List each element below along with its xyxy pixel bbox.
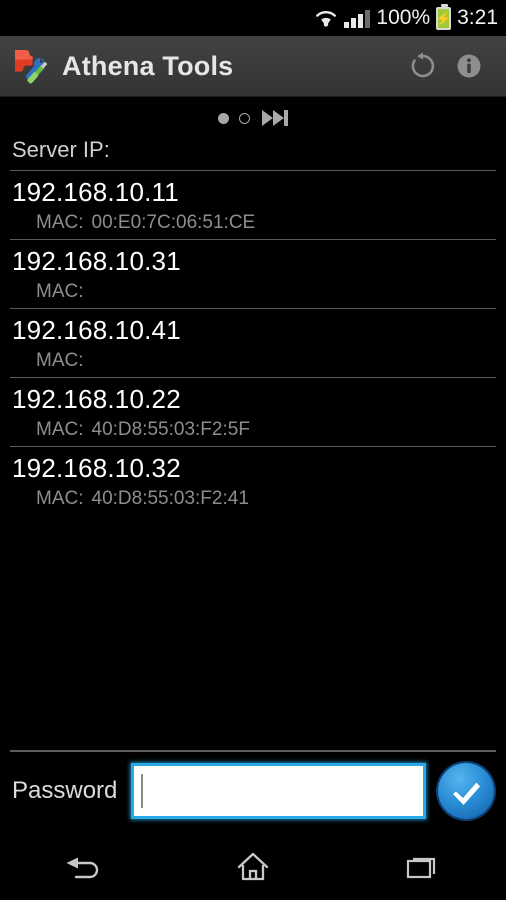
skip-forward-icon[interactable] — [262, 110, 288, 126]
mac-label: MAC: — [36, 212, 84, 233]
server-ip-label: 192.168.10.22 — [12, 384, 181, 414]
server-ip-label: 192.168.10.41 — [12, 315, 181, 345]
mac-label: MAC: — [36, 281, 84, 302]
table-row[interactable]: 192.168.10.11 MAC: 00:E0:7C:06:51:CE — [0, 171, 506, 239]
cellular-signal-icon — [344, 8, 371, 28]
mac-label: MAC: — [36, 350, 84, 371]
password-label: Password — [12, 777, 118, 804]
app-title: Athena Tools — [62, 50, 234, 81]
table-row[interactable]: 192.168.10.41 MAC: — [0, 309, 506, 377]
info-icon[interactable] — [446, 43, 492, 89]
password-input[interactable] — [143, 766, 423, 816]
table-row[interactable]: 192.168.10.32 MAC: 40:D8:55:03:F2:41 — [0, 447, 506, 515]
mac-value: 40:D8:55:03:F2:5F — [91, 419, 250, 440]
wifi-icon — [314, 8, 338, 28]
server-mac-row: MAC: 40:D8:55:03:F2:41 — [0, 484, 506, 510]
server-ip-label: 192.168.10.32 — [12, 453, 181, 483]
server-ip-label: 192.168.10.11 — [12, 177, 179, 207]
recent-apps-icon[interactable] — [337, 834, 506, 900]
back-arrow-icon[interactable] — [0, 834, 169, 900]
server-mac-row: MAC: — [0, 277, 506, 303]
action-bar: Athena Tools — [0, 36, 506, 97]
mac-value: 00:E0:7C:06:51:CE — [91, 212, 256, 233]
checkmark-circle-icon[interactable] — [438, 763, 494, 819]
server-row-container: 192.168.10.11 MAC: 00:E0:7C:06:51:CE 192.16… — [0, 171, 506, 515]
server-mac-row: MAC: 00:E0:7C:06:51:CE — [0, 208, 506, 234]
mac-value: 40:D8:55:03:F2:41 — [91, 488, 249, 509]
puzzle-tools-app-icon — [10, 44, 54, 88]
mac-label: MAC: — [36, 419, 84, 440]
table-row[interactable]: 192.168.10.31 MAC: — [0, 240, 506, 308]
page-indicator — [0, 104, 506, 132]
system-navigation-bar — [0, 834, 506, 900]
password-input-wrapper[interactable] — [131, 763, 426, 819]
list-header-label: Server IP: — [12, 137, 110, 162]
home-icon[interactable] — [169, 834, 338, 900]
page-dot-hollow[interactable] — [239, 112, 250, 124]
clock-label: 3:21 — [457, 6, 498, 29]
android-screen: 100% ⚡ 3:21 Athena Tools Server IP: 192.… — [0, 0, 506, 900]
table-row[interactable]: 192.168.10.22 MAC: 40:D8:55:03:F2:5F — [0, 378, 506, 446]
battery-charging-icon: ⚡ — [436, 3, 452, 30]
password-section-divider — [10, 750, 496, 752]
refresh-icon[interactable] — [400, 43, 446, 89]
mac-label: MAC: — [36, 488, 84, 509]
server-mac-row: MAC: — [0, 346, 506, 372]
status-bar: 100% ⚡ 3:21 — [0, 0, 506, 36]
server-mac-row: MAC: 40:D8:55:03:F2:5F — [0, 415, 506, 441]
battery-percent-label: 100% — [376, 6, 431, 29]
password-bar: Password — [0, 755, 506, 827]
server-ip-label: 192.168.10.31 — [12, 246, 181, 276]
page-dot-filled[interactable] — [218, 112, 229, 124]
server-list: Server IP: 192.168.10.11 MAC: 00:E0:7C:06:… — [0, 133, 506, 745]
